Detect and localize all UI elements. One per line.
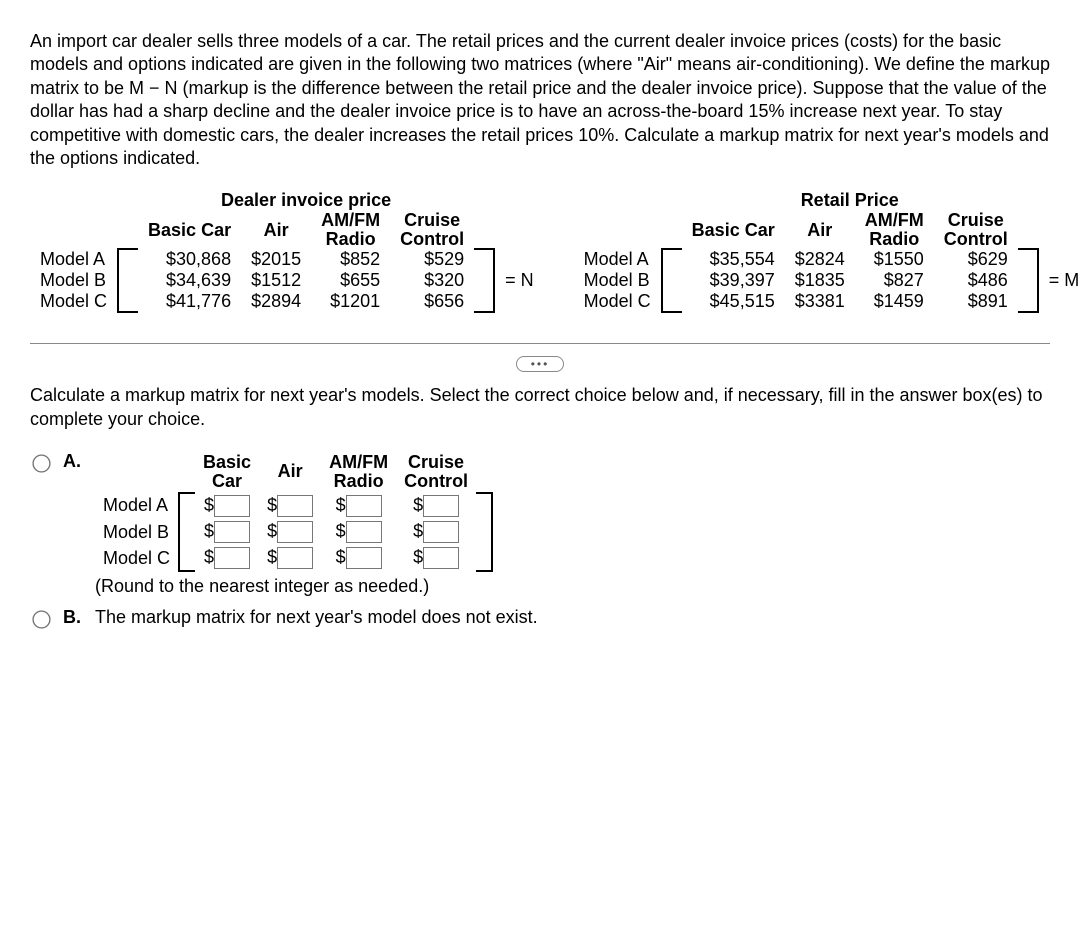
ans-c-amfm[interactable] <box>346 547 382 569</box>
ans-a-basic[interactable] <box>214 495 250 517</box>
n-b-air: $1512 <box>241 270 311 291</box>
m-b-cruise: $486 <box>934 270 1018 291</box>
row-b: Model B <box>30 270 118 291</box>
n-b-amfm: $655 <box>311 270 390 291</box>
ans-b-amfm[interactable] <box>346 521 382 543</box>
n-a-amfm: $852 <box>311 249 390 270</box>
col-cruise: CruiseControl <box>390 211 474 249</box>
radio-choice-a[interactable] <box>32 454 50 472</box>
ans-col-air: Air <box>259 451 321 493</box>
ans-row-b: Model B <box>95 519 179 545</box>
m-a-basic: $35,554 <box>682 249 785 270</box>
ans-a-amfm[interactable] <box>346 495 382 517</box>
n-c-cruise: $656 <box>390 291 474 312</box>
n-a-cruise: $529 <box>390 249 474 270</box>
n-c-basic: $41,776 <box>138 291 241 312</box>
ans-c-air[interactable] <box>277 547 313 569</box>
ans-b-basic[interactable] <box>214 521 250 543</box>
question-prompt: Calculate a markup matrix for next year'… <box>30 384 1050 431</box>
choice-b-label: B. <box>63 607 83 628</box>
m-a-amfm: $1550 <box>855 249 934 270</box>
ans-a-air[interactable] <box>277 495 313 517</box>
row-b-m: Model B <box>574 270 662 291</box>
ans-col-cruise: CruiseControl <box>396 451 476 493</box>
m-c-cruise: $891 <box>934 291 1018 312</box>
ans-a-cruise[interactable] <box>423 495 459 517</box>
row-c-m: Model C <box>574 291 662 312</box>
choice-b: B. The markup matrix for next year's mod… <box>30 607 1050 628</box>
matrix-n-title: Dealer invoice price <box>138 190 474 211</box>
radio-choice-b[interactable] <box>32 611 50 629</box>
m-c-air: $3381 <box>785 291 855 312</box>
ans-b-cruise[interactable] <box>423 521 459 543</box>
ans-row-c: Model C <box>95 545 179 571</box>
m-a-air: $2824 <box>785 249 855 270</box>
ans-col-amfm: AM/FMRadio <box>321 451 396 493</box>
round-note: (Round to the nearest integer as needed.… <box>95 576 493 597</box>
ans-b-air[interactable] <box>277 521 313 543</box>
col-basic: Basic Car <box>138 211 241 249</box>
m-c-amfm: $1459 <box>855 291 934 312</box>
col-amfm-m: AM/FMRadio <box>855 211 934 249</box>
col-amfm: AM/FMRadio <box>311 211 390 249</box>
col-basic-m: Basic Car <box>682 211 785 249</box>
matrix-m-title: Retail Price <box>682 190 1018 211</box>
matrix-n-table: Dealer invoice price Basic Car Air AM/FM… <box>30 190 544 313</box>
choice-a-label: A. <box>63 451 83 472</box>
given-matrices: Dealer invoice price Basic Car Air AM/FM… <box>30 190 1050 313</box>
m-c-basic: $45,515 <box>682 291 785 312</box>
matrix-n-block: Dealer invoice price Basic Car Air AM/FM… <box>30 190 544 313</box>
col-air-m: Air <box>785 211 855 249</box>
m-b-basic: $39,397 <box>682 270 785 291</box>
choice-a: A. BasicCar Air AM/FMRadio CruiseControl… <box>30 451 1050 598</box>
row-c: Model C <box>30 291 118 312</box>
n-b-basic: $34,639 <box>138 270 241 291</box>
col-air: Air <box>241 211 311 249</box>
n-c-amfm: $1201 <box>311 291 390 312</box>
answer-matrix: BasicCar Air AM/FMRadio CruiseControl Mo… <box>95 451 493 573</box>
m-b-air: $1835 <box>785 270 855 291</box>
ans-c-basic[interactable] <box>214 547 250 569</box>
n-c-air: $2894 <box>241 291 311 312</box>
n-b-cruise: $320 <box>390 270 474 291</box>
divider <box>30 343 1050 344</box>
equals-m: = M <box>1038 249 1080 312</box>
m-a-cruise: $629 <box>934 249 1018 270</box>
n-a-basic: $30,868 <box>138 249 241 270</box>
row-a: Model A <box>30 249 118 270</box>
more-icon[interactable]: ••• <box>516 356 565 372</box>
equals-n: = N <box>494 249 544 312</box>
col-cruise-m: CruiseControl <box>934 211 1018 249</box>
row-a-m: Model A <box>574 249 662 270</box>
ans-row-a: Model A <box>95 493 179 519</box>
m-b-amfm: $827 <box>855 270 934 291</box>
n-a-air: $2015 <box>241 249 311 270</box>
matrix-m-block: Retail Price Basic Car Air AM/FMRadio Cr… <box>574 190 1080 313</box>
ans-c-cruise[interactable] <box>423 547 459 569</box>
matrix-m-table: Retail Price Basic Car Air AM/FMRadio Cr… <box>574 190 1080 313</box>
ans-col-basic: BasicCar <box>195 451 259 493</box>
problem-statement: An import car dealer sells three models … <box>30 30 1050 170</box>
choice-b-text: The markup matrix for next year's model … <box>95 607 538 628</box>
